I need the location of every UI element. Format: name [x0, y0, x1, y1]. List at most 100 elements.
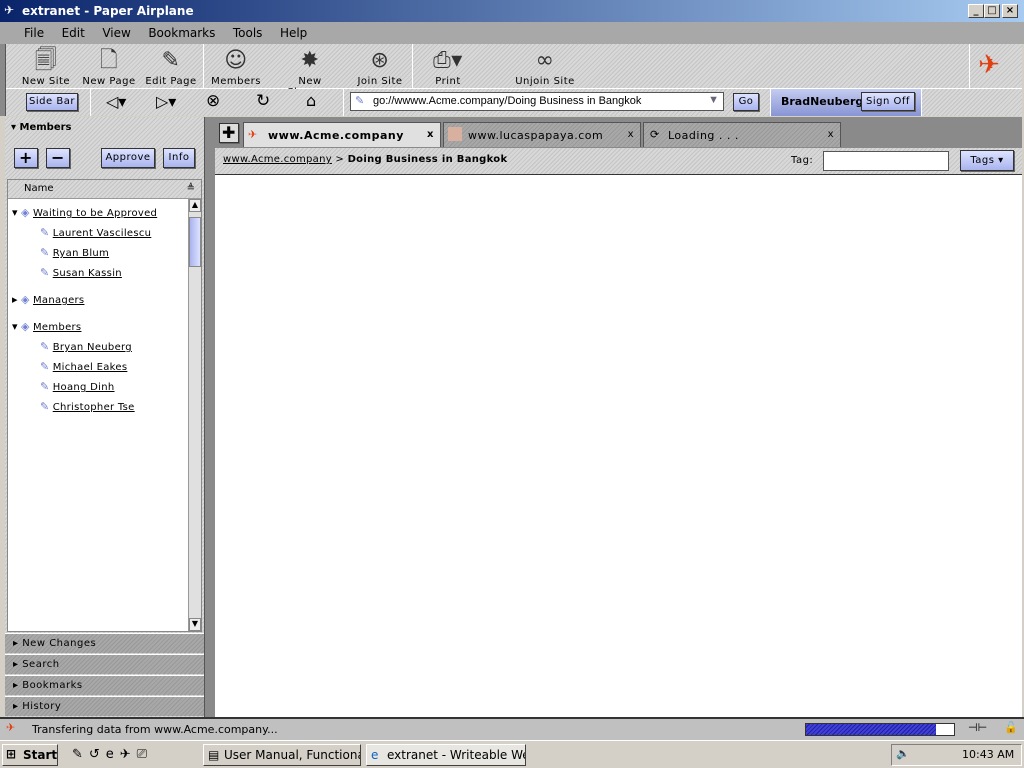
- menu-help[interactable]: Help: [280, 26, 307, 40]
- members-button[interactable]: ☺ Members: [210, 46, 262, 87]
- expand-down-arrow-icon[interactable]: ▾: [12, 206, 18, 219]
- tree-group[interactable]: ▸ ◈ Managers: [12, 291, 84, 309]
- book-icon: ◈: [21, 206, 30, 219]
- back-arrow-icon[interactable]: ◁▾: [106, 92, 126, 111]
- forward-arrow-icon[interactable]: ▷▾: [156, 92, 176, 111]
- username: BradNeuberg: [781, 95, 864, 108]
- tree-member[interactable]: ✎ Michael Eakes: [40, 358, 127, 376]
- loading-icon: ⟳: [650, 128, 660, 141]
- tab-lucaspapaya[interactable]: www.lucaspapaya.com x: [443, 122, 641, 147]
- sidebar-toggle-button[interactable]: Side Bar: [26, 93, 78, 111]
- collapse-right-arrow-icon[interactable]: ▸: [12, 293, 18, 306]
- join-site-button[interactable]: ⊛ Join Site: [356, 46, 404, 87]
- add-member-button[interactable]: +: [14, 148, 38, 168]
- sign-off-button[interactable]: Sign Off: [861, 92, 915, 111]
- approve-button[interactable]: Approve: [101, 148, 155, 168]
- tree-group[interactable]: ▾ ◈ Waiting to be Approved: [12, 204, 157, 222]
- member-link[interactable]: Ryan Blum: [53, 248, 109, 259]
- start-button[interactable]: ⊞ Start: [2, 744, 58, 766]
- taskbar-extranet[interactable]: eextranet - Writeable Web...: [366, 744, 526, 766]
- new-site-icon: 🗐: [34, 48, 58, 73]
- join-site-icon: ⊛: [370, 48, 390, 73]
- tag-input[interactable]: [823, 151, 949, 171]
- member-link[interactable]: Susan Kassin: [53, 268, 122, 279]
- close-button[interactable]: ×: [1002, 4, 1018, 18]
- taskbar-user-manual[interactable]: ▤User Manual, Functional ...: [203, 744, 361, 766]
- sidebar-title[interactable]: ▾ Members: [11, 122, 72, 133]
- paper-airplane-icon: ✈: [6, 721, 16, 734]
- sidebar-splitter[interactable]: [204, 117, 215, 717]
- new-tab-button[interactable]: ✚: [219, 123, 239, 143]
- tree-member[interactable]: ✎ Laurent Vascilescu: [40, 224, 151, 242]
- book-icon: ◈: [21, 293, 30, 306]
- tags-dropdown-button[interactable]: Tags ▾: [960, 150, 1014, 171]
- panel-bookmarks[interactable]: ▸ Bookmarks: [5, 675, 204, 695]
- clock: 10:43 AM: [962, 748, 1015, 761]
- new-site-button[interactable]: 🗐 New Site: [20, 46, 72, 87]
- book-icon: ◈: [21, 320, 30, 333]
- menu-view[interactable]: View: [102, 26, 130, 40]
- paper-airplane-icon: ✈: [248, 128, 258, 141]
- member-link[interactable]: Laurent Vascilescu: [53, 228, 152, 239]
- volume-icon[interactable]: 🔈: [896, 747, 910, 760]
- menu-tools[interactable]: Tools: [233, 26, 263, 40]
- group-link[interactable]: Managers: [33, 295, 84, 306]
- member-link[interactable]: Christopher Tse: [53, 402, 135, 413]
- new-page-button[interactable]: 🗋 New Page: [82, 46, 136, 87]
- lock-icon: 🔓: [1004, 721, 1018, 734]
- document-icon: ▤: [208, 748, 220, 762]
- favicon-icon: [448, 127, 462, 141]
- scroll-down-icon[interactable]: ▼: [189, 618, 201, 631]
- close-tab-icon[interactable]: x: [427, 129, 434, 140]
- info-button[interactable]: Info: [163, 148, 195, 168]
- close-tab-icon[interactable]: x: [628, 129, 634, 140]
- panel-search[interactable]: ▸ Search: [5, 654, 204, 674]
- unjoin-site-icon: ∞: [535, 48, 555, 73]
- panel-new-changes[interactable]: ▸ New Changes: [5, 633, 204, 653]
- reload-icon[interactable]: ↻: [256, 91, 270, 111]
- tree-member[interactable]: ✎ Ryan Blum: [40, 244, 109, 262]
- scroll-up-icon[interactable]: ▲: [189, 199, 201, 212]
- menu-bookmarks[interactable]: Bookmarks: [148, 26, 215, 40]
- member-link[interactable]: Bryan Neuberg: [53, 342, 132, 353]
- unjoin-site-button[interactable]: ∞ Unjoin Site: [514, 46, 576, 87]
- edit-page-button[interactable]: ✎ Edit Page: [144, 46, 198, 87]
- remove-member-button[interactable]: −: [46, 148, 70, 168]
- member-ribbon-icon: ✎: [40, 400, 50, 413]
- dropdown-arrow-icon[interactable]: ▼: [708, 94, 719, 106]
- member-link[interactable]: Michael Eakes: [53, 362, 128, 373]
- breadcrumb-link[interactable]: www.Acme.company: [223, 154, 332, 165]
- paper-airplane-icon: ✈: [4, 3, 15, 17]
- new-changes-icon: ✸: [300, 48, 320, 73]
- toolbar: 🗐 New Site 🗋 New Page ✎ Edit Page ☺ Members …: [6, 44, 1022, 98]
- quick-launch-icons[interactable]: ✎↺e✈⎚: [72, 747, 153, 762]
- panel-history[interactable]: ▸ History: [5, 696, 204, 716]
- member-link[interactable]: Hoang Dinh: [53, 382, 115, 393]
- scroll-thumb[interactable]: [189, 217, 201, 267]
- name-column-header[interactable]: Name ≜: [8, 180, 201, 199]
- tree-member[interactable]: ✎ Bryan Neuberg: [40, 338, 132, 356]
- address-input[interactable]: ✎ go://wwww.Acme.company/Doing Business …: [350, 92, 724, 111]
- print-button[interactable]: ⎙▾ Print: [424, 46, 472, 87]
- tree-member[interactable]: ✎ Christopher Tse: [40, 398, 135, 416]
- group-link[interactable]: Members: [33, 322, 81, 333]
- stop-icon[interactable]: ⊗: [206, 91, 220, 111]
- tab-acme[interactable]: ✈ www.Acme.company x: [243, 122, 441, 147]
- tree-member[interactable]: ✎ Susan Kassin: [40, 264, 122, 282]
- tree-member[interactable]: ✎ Hoang Dinh: [40, 378, 115, 396]
- member-ribbon-icon: ✎: [40, 340, 50, 353]
- scrollbar[interactable]: ▲ ▼: [188, 199, 201, 631]
- go-button[interactable]: Go: [733, 93, 759, 111]
- maximize-button[interactable]: □: [984, 4, 1000, 18]
- member-ribbon-icon: ✎: [40, 380, 50, 393]
- expand-down-arrow-icon[interactable]: ▾: [12, 320, 18, 333]
- minimize-button[interactable]: _: [968, 4, 984, 18]
- menu-file[interactable]: File: [24, 26, 44, 40]
- close-tab-icon[interactable]: x: [828, 129, 834, 140]
- home-icon[interactable]: ⌂: [306, 91, 316, 110]
- menu-bar: File Edit View Bookmarks Tools Help: [0, 22, 1024, 44]
- tree-group[interactable]: ▾ ◈ Members: [12, 318, 81, 336]
- group-link[interactable]: Waiting to be Approved: [33, 208, 157, 219]
- menu-edit[interactable]: Edit: [62, 26, 85, 40]
- tab-loading[interactable]: ⟳ Loading . . .x: [643, 122, 841, 147]
